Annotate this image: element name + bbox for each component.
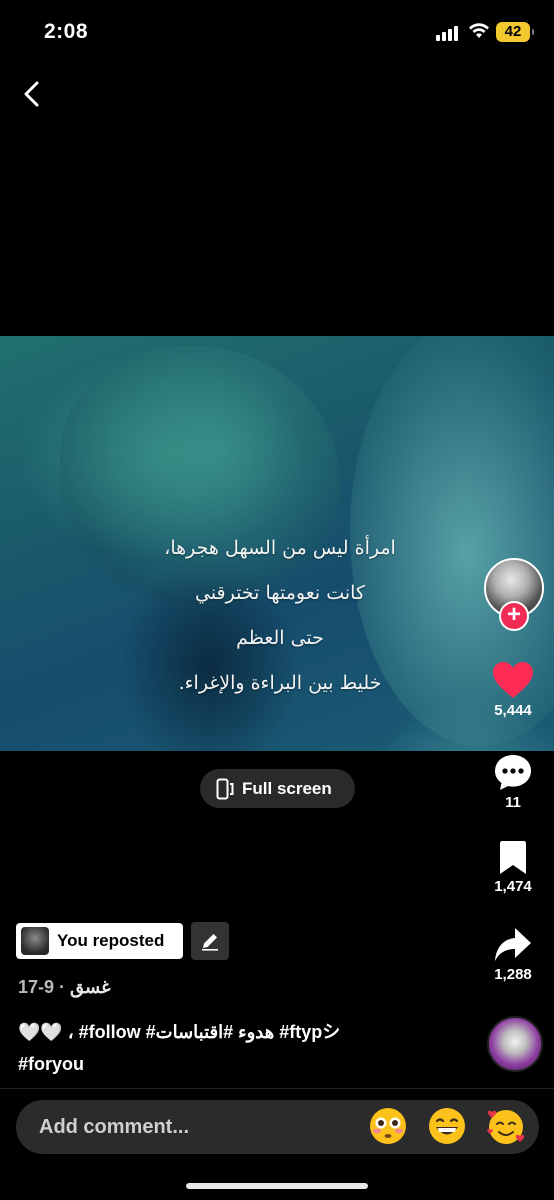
share-arrow-icon — [495, 928, 531, 961]
status-time: 2:08 — [44, 20, 89, 43]
comment-bubble-icon — [495, 755, 531, 790]
caption-line: كانت نعومتها تخترقني — [194, 582, 365, 604]
caption-line: خليط بين البراءة والإغراء. — [178, 672, 382, 694]
sound-disc-avatar[interactable] — [487, 1016, 543, 1072]
chevron-left-icon — [24, 81, 39, 107]
video-caption: امرأة ليس من السهل هجرها، كانت نعومتها ت… — [150, 526, 410, 706]
share-button[interactable]: 1,288 — [478, 926, 548, 983]
you-reposted-label: You reposted — [57, 931, 165, 950]
back-button[interactable] — [14, 76, 48, 112]
comment-input-placeholder[interactable]: Add comment... — [39, 1116, 189, 1139]
save-button[interactable]: 1,474 — [478, 840, 548, 895]
status-bar: 2:08 42 — [0, 0, 554, 66]
description-line: 🤍🤍 ، #follow #هدوء #اقتباسات #ftypシ — [18, 1022, 341, 1042]
full-screen-button[interactable]: Full screen — [200, 769, 355, 808]
bookmark-icon — [500, 841, 526, 874]
repost-avatar — [21, 927, 49, 955]
author-separator: · — [54, 977, 71, 997]
home-indicator[interactable] — [186, 1183, 368, 1189]
rotate-phone-icon — [216, 778, 234, 799]
save-count: 1,474 — [494, 878, 532, 895]
pencil-icon — [202, 934, 218, 951]
comment-input-bar[interactable]: Add comment... — [16, 1100, 539, 1154]
comment-count: 11 — [505, 794, 521, 811]
smiling-face-with-hearts-emoji-icon[interactable] — [486, 1106, 526, 1146]
caption-line: امرأة ليس من السهل هجرها، — [164, 537, 396, 559]
like-button[interactable]: 5,444 — [478, 660, 548, 719]
author-name[interactable]: غسق — [70, 977, 110, 997]
follow-button[interactable]: + — [499, 601, 529, 631]
flushed-face-emoji-icon[interactable] — [368, 1106, 408, 1146]
divider — [0, 1088, 554, 1089]
video-description: 🤍🤍 ، #follow #هدوء #اقتباسات #ftypシ #for… — [18, 1016, 458, 1080]
heart-icon — [493, 662, 533, 698]
post-date: 9-17 — [18, 977, 55, 997]
video-player[interactable]: امرأة ليس من السهل هجرها، كانت نعومتها ت… — [0, 336, 554, 751]
wifi-icon — [469, 23, 489, 38]
comment-button[interactable]: 11 — [478, 752, 548, 811]
full-screen-label: Full screen — [242, 778, 332, 798]
caption-line: حتى العظم — [236, 627, 324, 649]
like-count: 5,444 — [494, 702, 532, 719]
grinning-face-emoji-icon[interactable] — [427, 1106, 467, 1146]
cellular-signal-icon — [436, 25, 458, 41]
share-count: 1,288 — [494, 966, 532, 983]
hashtag-foryou[interactable]: #foryou — [18, 1048, 458, 1080]
edit-repost-button[interactable] — [191, 922, 229, 960]
battery-indicator: 42 — [496, 22, 534, 42]
you-reposted-badge[interactable]: You reposted — [16, 923, 183, 959]
author-line[interactable]: غسق · 9-17 — [18, 977, 111, 998]
